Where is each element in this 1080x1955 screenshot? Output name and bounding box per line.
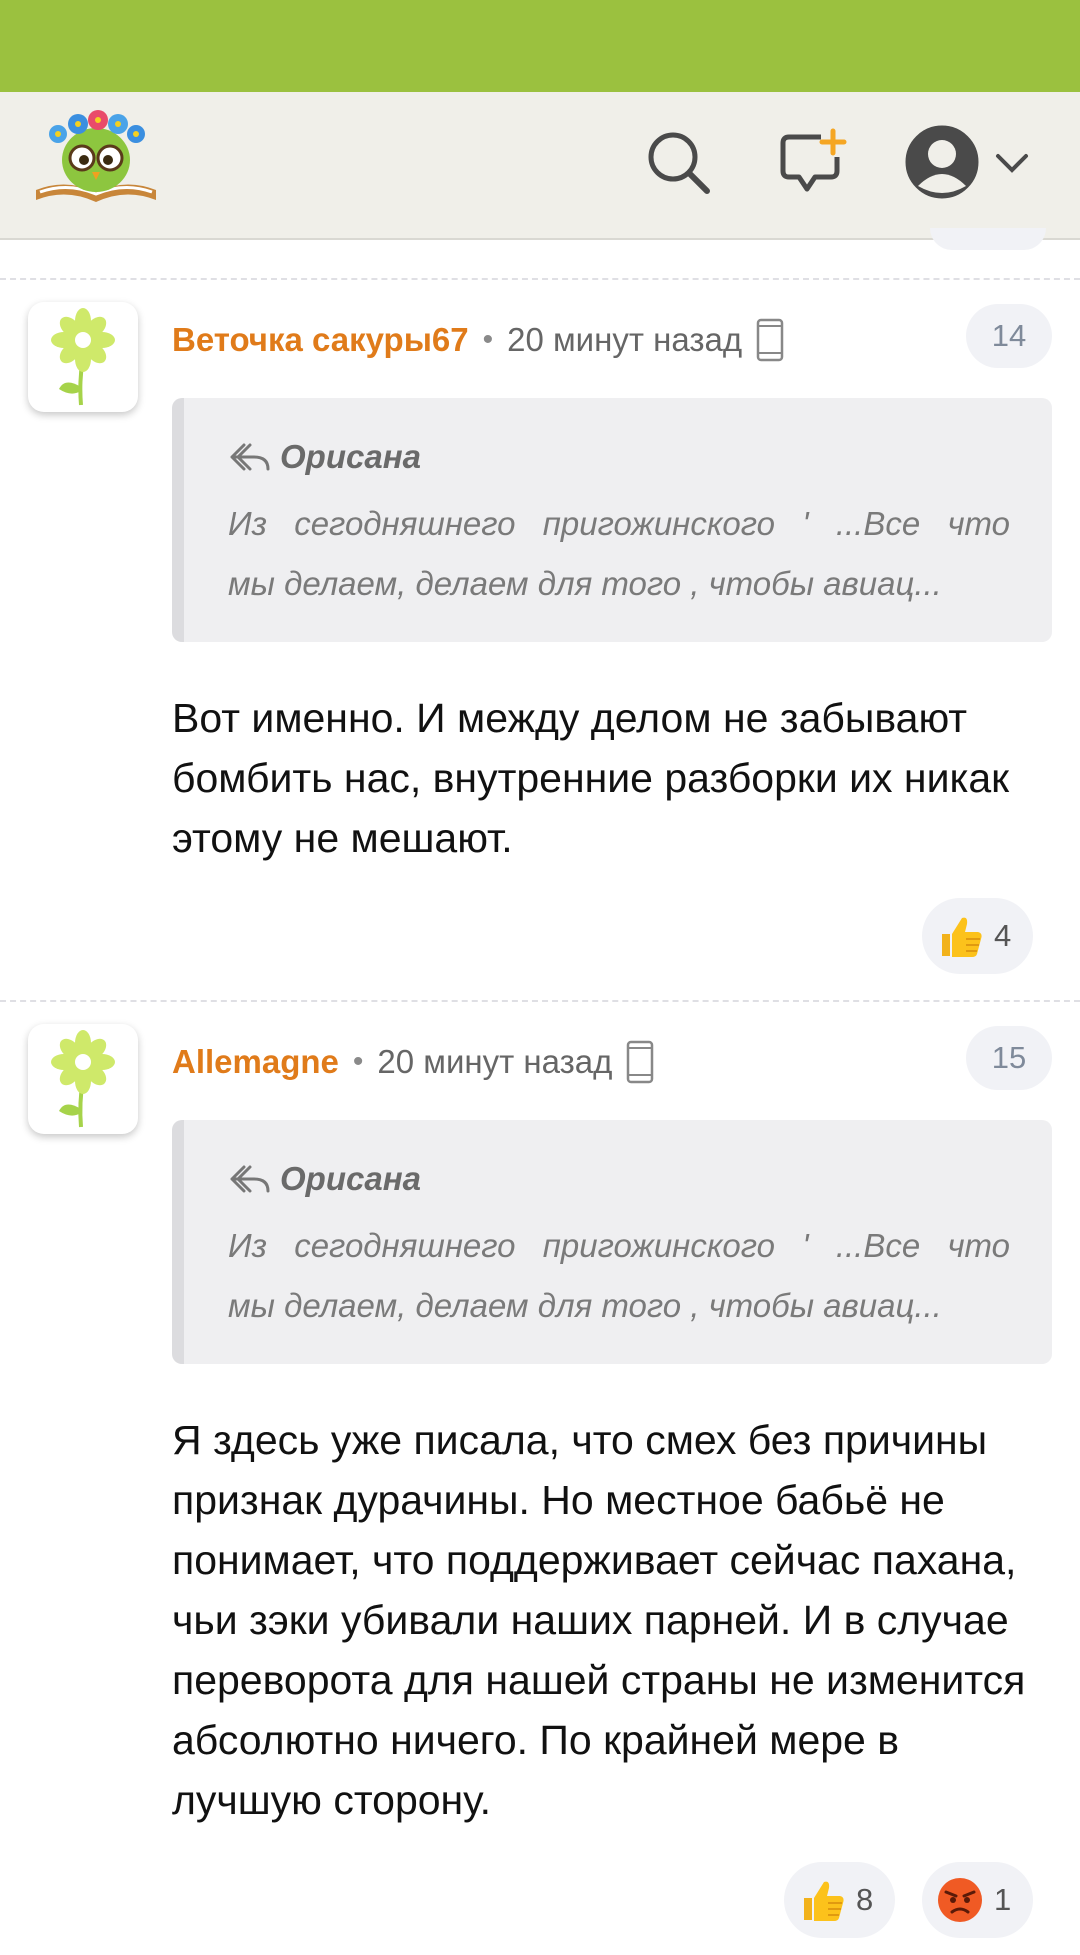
thumbs-up-icon <box>804 1881 844 1921</box>
meta-separator: • <box>352 1045 364 1078</box>
mobile-device-icon <box>756 318 784 362</box>
reply-arrow-icon <box>230 1165 270 1193</box>
reaction-count: 8 <box>856 1882 874 1917</box>
comment-author[interactable]: Веточка сакуры67 <box>172 321 469 359</box>
comment-divider <box>0 1000 1080 1002</box>
quote-line: мы делаем, делаем для того , чтобы авиац… <box>228 1287 942 1324</box>
quote-line: Из сегодняшнего пригожинского ' ...Все ч… <box>228 1227 1010 1264</box>
comment-text: Вот именно. И между делом не забывают бо… <box>172 695 1010 861</box>
quote-author: Орисана <box>280 1160 421 1197</box>
user-avatar-icon <box>902 122 982 202</box>
site-logo[interactable] <box>32 108 160 212</box>
reaction-count: 4 <box>994 918 1012 953</box>
comment-text: Я здесь уже писала, что смех без причины… <box>172 1417 1026 1823</box>
flower-icon <box>51 1030 115 1128</box>
comment-meta: Allemagne • 20 минут назад <box>172 1038 654 1086</box>
reaction-count: 1 <box>994 1882 1012 1917</box>
quoted-comment[interactable]: Орисана Из сегодняшнего пригожинского ' … <box>172 1120 1052 1364</box>
new-post-icon <box>780 128 847 192</box>
new-post-button[interactable] <box>774 124 850 200</box>
comment-divider <box>0 278 1080 280</box>
comment-time: 20 минут назад <box>377 1043 613 1080</box>
quote-line: Из сегодняшнего пригожинского ' ...Все ч… <box>228 505 1010 542</box>
reaction-thumbs-up[interactable]: 4 <box>922 898 1034 974</box>
chevron-down-icon <box>996 154 1028 173</box>
comment-author[interactable]: Allemagne <box>172 1043 339 1081</box>
quote-text: Из сегодняшнего пригожинского ' ...Все ч… <box>228 1216 1010 1336</box>
avatar[interactable] <box>28 302 138 412</box>
avatar[interactable] <box>28 1024 138 1134</box>
quote-header: Орисана <box>228 1160 421 1198</box>
comment-meta: Веточка сакуры67 • 20 минут назад <box>172 316 784 364</box>
reply-arrow-icon <box>230 443 270 471</box>
quote-author: Орисана <box>280 438 421 475</box>
comment-number-badge[interactable]: 14 <box>966 304 1052 368</box>
comment-time: 20 минут назад <box>507 321 743 358</box>
flower-icon <box>51 308 115 406</box>
search-button[interactable] <box>640 124 716 200</box>
mobile-device-icon <box>626 1040 654 1084</box>
quote-line: мы делаем, делаем для того , чтобы авиац… <box>228 565 942 602</box>
meta-separator: • <box>482 323 494 356</box>
angry-face-icon <box>938 1878 982 1922</box>
reaction-angry[interactable]: 1 <box>922 1862 1034 1938</box>
quoted-comment[interactable]: Орисана Из сегодняшнего пригожинского ' … <box>172 398 1052 642</box>
previous-comment-badge <box>930 228 1046 250</box>
quote-text: Из сегодняшнего пригожинского ' ...Все ч… <box>228 494 1010 614</box>
thumbs-up-icon <box>942 917 982 957</box>
account-menu-button[interactable] <box>900 120 1040 204</box>
reaction-thumbs-up[interactable]: 8 <box>784 1862 896 1938</box>
comment-14: Веточка сакуры67 • 20 минут назад 14 Ори… <box>0 302 1080 1002</box>
status-bar <box>0 0 1080 92</box>
comment-number-badge[interactable]: 15 <box>966 1026 1052 1090</box>
comment-15: Allemagne • 20 минут назад 15 Орисана Из… <box>0 1024 1080 1955</box>
search-icon <box>648 132 710 194</box>
quote-header: Орисана <box>228 438 421 476</box>
